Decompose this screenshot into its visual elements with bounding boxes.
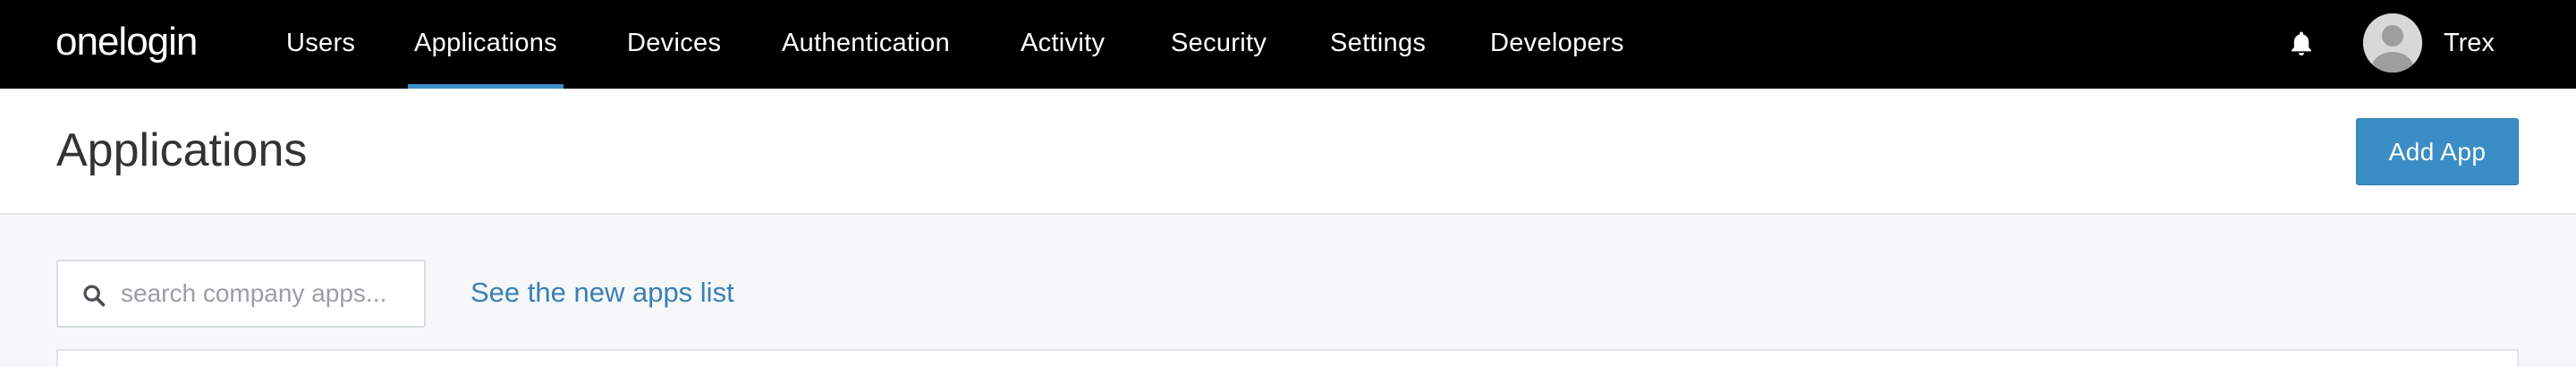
onelogin-logo[interactable]: onelogin: [55, 18, 198, 66]
user-name[interactable]: Trex: [2444, 0, 2495, 89]
add-app-button[interactable]: Add App: [2356, 118, 2519, 185]
nav-item-users[interactable]: Users: [280, 0, 361, 89]
user-avatar-icon[interactable]: [2363, 13, 2422, 73]
page-title: Applications: [56, 124, 308, 176]
nav-item-security[interactable]: Security: [1165, 0, 1273, 89]
nav-item-applications[interactable]: Applications: [408, 0, 564, 89]
page-header: Applications Add App: [0, 89, 2576, 215]
new-apps-list-link[interactable]: See the new apps list: [470, 276, 734, 310]
bell-icon[interactable]: [2286, 29, 2317, 59]
nav-item-developers[interactable]: Developers: [1484, 0, 1631, 89]
nav-item-devices[interactable]: Devices: [621, 0, 727, 89]
search-field[interactable]: [56, 260, 426, 328]
apps-list-panel: [56, 349, 2519, 367]
search-icon: [81, 283, 106, 308]
nav-item-settings[interactable]: Settings: [1324, 0, 1432, 89]
nav-item-activity[interactable]: Activity: [1014, 0, 1111, 89]
top-navigation-bar: onelogin Users Applications Devices Auth…: [0, 0, 2576, 89]
nav-item-authentication[interactable]: Authentication: [775, 0, 956, 89]
search-input[interactable]: [121, 261, 416, 326]
